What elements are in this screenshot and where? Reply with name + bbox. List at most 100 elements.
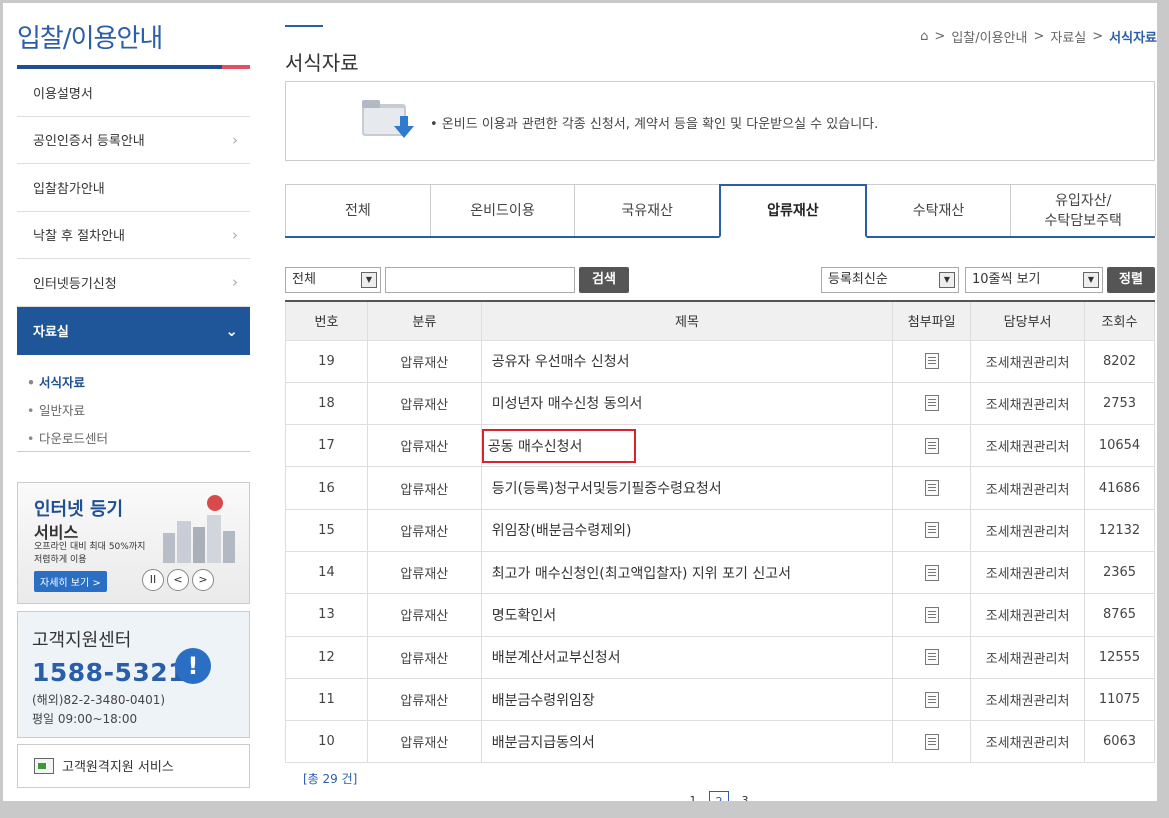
attachment-file-icon[interactable]	[924, 606, 939, 623]
main-content: 서식자료 ⌂ > 입찰/이용안내 > 자료실 > 서식자료 • 온비드 이용과 …	[283, 3, 1157, 801]
attachment-file-icon[interactable]	[924, 691, 939, 708]
total-count: [총 29 건]	[303, 772, 358, 786]
cell-department: 조세채권관리처	[970, 635, 1085, 679]
page-link[interactable]: 3	[735, 791, 755, 801]
prev-icon[interactable]: <	[167, 568, 189, 591]
cell-views: 12555	[1084, 635, 1155, 679]
cell-attachment	[892, 339, 972, 383]
attachment-file-icon[interactable]	[924, 522, 939, 539]
cell-subject: 등기(등록)청구서및등기필증수령요청서	[480, 466, 894, 510]
cell-views: 11075	[1084, 677, 1155, 722]
tab[interactable]: 전체	[285, 184, 431, 236]
internet-registry-banner[interactable]: 인터넷 등기 서비스 오프라인 대비 최대 50%까지 저렴하게 이용 자세히 …	[17, 481, 250, 604]
banner-description: 오프라인 대비 최대 50%까지 저렴하게 이용	[34, 541, 146, 565]
sidebar-item-resources[interactable]: 자료실 ⌄	[17, 306, 250, 355]
cell-category: 압류재산	[366, 720, 482, 764]
subject-link[interactable]: 최고가 매수신청인(최고액입찰자) 지위 포기 신고서	[488, 560, 795, 586]
cell-number: 17	[285, 424, 368, 468]
cell-subject: 배분금지급동의서	[480, 720, 894, 764]
attachment-file-icon[interactable]	[924, 437, 939, 454]
cell-attachment	[892, 677, 972, 722]
cell-subject: 배분계산서교부신청서	[480, 635, 894, 679]
page-frame: 입찰/이용안내 이용설명서 공인인증서 등록안내 › 입찰참가안내 낙찰 후 절차안내 ›…	[3, 3, 1157, 801]
sort-select[interactable]: 등록최신순 ▼	[821, 267, 959, 293]
cell-number: 16	[285, 466, 368, 510]
support-overseas: (해외)82-2-3480-0401)	[32, 692, 166, 707]
subject-link[interactable]: 공유자 우선매수 신청서	[488, 348, 634, 374]
home-icon[interactable]: ⌂	[920, 29, 928, 44]
sidebar-item[interactable]: 공인인증서 등록안내 ›	[17, 117, 250, 164]
submenu-item[interactable]: • 일반자료	[27, 397, 250, 425]
cell-category: 압류재산	[366, 339, 482, 383]
sort-button[interactable]: 정렬	[1107, 267, 1155, 293]
tab[interactable]: 수탁재산	[865, 184, 1012, 236]
cell-category: 압류재산	[366, 381, 482, 426]
subject-link[interactable]: 배분금수령위임장	[488, 687, 599, 713]
cell-department: 조세채권관리처	[970, 677, 1085, 722]
attachment-file-icon[interactable]	[924, 395, 939, 412]
category-select[interactable]: 전체 ▼	[285, 267, 381, 293]
page-link[interactable]: 2	[709, 791, 729, 801]
cell-views: 12132	[1084, 508, 1155, 552]
banner-detail-button[interactable]: 자세히 보기 >	[34, 570, 107, 592]
subject-link[interactable]: 배분계산서교부신청서	[488, 644, 625, 670]
cell-attachment	[892, 381, 972, 426]
banner-controls: II < >	[142, 568, 214, 591]
subject-link[interactable]: 위임장(배분금수령제외)	[488, 517, 636, 543]
pause-icon[interactable]: II	[142, 568, 164, 591]
breadcrumb-item[interactable]: 입찰/이용안내	[951, 27, 1027, 46]
page-size-select[interactable]: 10줄씩 보기 ▼	[965, 267, 1103, 293]
tab[interactable]: 국유재산	[574, 184, 721, 236]
attachment-file-icon[interactable]	[924, 733, 939, 750]
subject-link[interactable]: 미성년자 매수신청 동의서	[488, 390, 647, 416]
title-accent-line	[285, 25, 323, 27]
subject-link[interactable]: 명도확인서	[488, 602, 560, 628]
cell-category: 압류재산	[366, 677, 482, 722]
pagination: 123	[683, 791, 755, 801]
table-row: 19 압류재산 공유자 우선매수 신청서 조세채권관리처 8202	[285, 339, 1155, 383]
cell-attachment	[892, 424, 972, 468]
breadcrumb-item[interactable]: 자료실	[1050, 27, 1086, 46]
remote-support-label: 고객원격지원 서비스	[62, 760, 174, 775]
tab[interactable]: 유입자산/ 수탁담보주택	[1010, 184, 1157, 236]
subject-link[interactable]: 배분금지급동의서	[488, 729, 599, 755]
attachment-file-icon[interactable]	[924, 353, 939, 370]
page-link[interactable]: 1	[683, 791, 703, 801]
customer-support-box: 고객지원센터 1588-5321 (해외)82-2-3480-0401) 평일 …	[17, 610, 250, 738]
remote-support-button[interactable]: 고객원격지원 서비스	[17, 743, 250, 788]
chevron-down-icon: ▼	[361, 272, 377, 288]
sidebar-item[interactable]: 인터넷등기신청 ›	[17, 259, 250, 307]
cell-subject: 미성년자 매수신청 동의서	[480, 381, 894, 426]
search-button[interactable]: 검색	[579, 267, 629, 293]
cell-department: 조세채권관리처	[970, 508, 1085, 552]
cell-category: 압류재산	[366, 508, 482, 552]
attachment-file-icon[interactable]	[924, 649, 939, 666]
cell-category: 압류재산	[366, 466, 482, 510]
attachment-file-icon[interactable]	[924, 480, 939, 497]
next-icon[interactable]: >	[192, 568, 214, 591]
cell-department: 조세채권관리처	[970, 381, 1085, 426]
exclamation-icon: !	[175, 647, 211, 684]
tab[interactable]: 압류재산	[719, 184, 867, 238]
cell-views: 8202	[1084, 339, 1155, 383]
sidebar-item[interactable]: 이용설명서	[17, 69, 250, 117]
cell-views: 10654	[1084, 424, 1155, 468]
chevron-down-icon: ⌄	[225, 321, 238, 340]
submenu-item[interactable]: • 서식자료	[27, 369, 250, 397]
table-row: 14 압류재산 최고가 매수신청인(최고액입찰자) 지위 포기 신고서 조세채권관리처…	[285, 550, 1155, 595]
cell-category: 압류재산	[366, 635, 482, 679]
banner-title: 인터넷 등기	[34, 498, 124, 520]
cell-number: 10	[285, 720, 368, 764]
sidebar-item[interactable]: 입찰참가안내	[17, 164, 250, 212]
cell-attachment	[892, 635, 972, 679]
cell-category: 압류재산	[366, 550, 482, 595]
remote-desktop-icon	[34, 757, 54, 774]
tab[interactable]: 온비드이용	[429, 184, 576, 236]
attachment-file-icon[interactable]	[924, 564, 939, 581]
subject-link[interactable]: 등기(등록)청구서및등기필증수령요청서	[488, 475, 726, 501]
submenu-item[interactable]: • 다운로드센터	[27, 425, 250, 453]
sidebar-item[interactable]: 낙찰 후 절차안내 ›	[17, 212, 250, 259]
subject-link[interactable]: 공동 매수신청서	[481, 428, 637, 463]
cell-subject: 공동 매수신청서	[480, 424, 894, 468]
search-input[interactable]	[385, 267, 575, 293]
